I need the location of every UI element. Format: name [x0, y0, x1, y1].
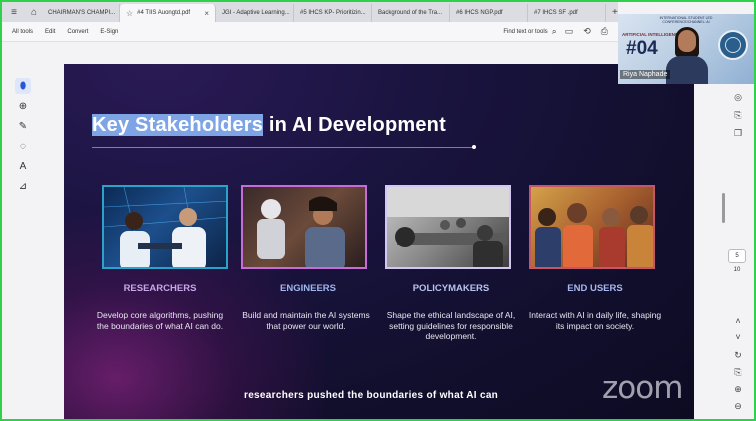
researchers-image	[102, 185, 228, 269]
tab-label: JGI - Adaptive Learning...	[222, 10, 290, 16]
save-page-icon[interactable]: ⎘	[730, 367, 746, 378]
right-toolbar: ◎ ⎘ ❐ 5 10 ˄ ˅ ↻ ⎘ ⊕ ⊖	[722, 84, 754, 419]
page-number[interactable]: 5	[728, 249, 746, 263]
copy-icon[interactable]: ❐	[730, 128, 746, 139]
seal-icon	[718, 30, 748, 60]
menu-convert[interactable]: Convert	[67, 29, 88, 35]
video-subheader: ARTIFICIAL INTELLIGENCE	[622, 32, 682, 37]
card-title-researchers: RESEARCHERS	[123, 283, 197, 294]
scrollbar[interactable]	[722, 193, 725, 223]
tab-label: #5 IHCS KP- Prioritizin...	[300, 10, 366, 16]
stamp-icon[interactable]: ⊿	[15, 178, 31, 194]
card-end-users	[529, 185, 661, 269]
end-users-scene	[535, 203, 653, 267]
title-highlight[interactable]: Key Stakeholders	[92, 114, 264, 136]
engineers-image	[241, 185, 367, 269]
policymakers-scene	[387, 187, 509, 267]
chevron-down-icon[interactable]: ˅	[730, 332, 746, 342]
tab-5[interactable]: #6 IHCS NGP.pdf	[450, 4, 528, 22]
comment-icon[interactable]: ◎	[730, 92, 746, 103]
export-icon[interactable]: ⎘	[730, 110, 746, 121]
tab-bar: ≡ ⌂ CHAIRMAN'S CHAMPI... ☆ #4 TIIS Auong…	[2, 2, 618, 22]
menu-edit[interactable]: Edit	[45, 29, 55, 35]
text-select-icon[interactable]: A	[15, 158, 31, 174]
card-engineers	[241, 185, 373, 269]
left-toolbar: ⬮ ⊕ ✎ ◌ A ⊿	[2, 42, 42, 419]
plus-icon[interactable]: +	[612, 7, 618, 18]
tab-4[interactable]: Background of the Tra...	[372, 4, 450, 22]
zoom-in-icon[interactable]: ⊕	[730, 384, 746, 395]
participant-face	[678, 30, 696, 52]
find-label: Find text or tools	[503, 28, 548, 35]
title-dot	[472, 145, 476, 149]
tab-label: CHAIRMAN'S CHAMPI...	[48, 10, 116, 16]
tab-2[interactable]: JGI - Adaptive Learning...	[216, 4, 294, 22]
tab-label: #6 IHCS NGP.pdf	[456, 10, 503, 16]
find-tools[interactable]: Find text or tools ⌕	[503, 26, 556, 37]
title-rest: in AI Development	[263, 114, 446, 136]
card-policymakers	[385, 185, 517, 269]
participant-video[interactable]: INTERNATIONAL STUDENT LED CONFERENCE/CHA…	[618, 14, 754, 84]
card-desc-researchers: Develop core algorithms, pushing the bou…	[96, 310, 224, 331]
print-icon[interactable]: ⎙	[601, 26, 608, 37]
menu-all-tools[interactable]: All tools	[12, 29, 33, 35]
zoom-watermark: zoom	[602, 370, 683, 406]
close-icon[interactable]: ×	[204, 9, 209, 18]
seal-inner	[725, 37, 741, 53]
share-icon[interactable]: ⟲	[583, 26, 591, 37]
card-title-end-users: END USERS	[567, 283, 623, 294]
menu-icon[interactable]: ≡	[6, 4, 22, 20]
pen-icon[interactable]: ✎	[15, 118, 31, 134]
title-underline	[92, 147, 475, 148]
tab-label: #4 TIIS Auongtd.pdf	[137, 10, 191, 16]
zoom-icon[interactable]: ⊕	[15, 98, 31, 114]
tab-label: Background of the Tra...	[378, 10, 443, 16]
slide-title: Key Stakeholders in AI Development	[92, 114, 446, 137]
participant-name: Riya Naphade	[620, 70, 671, 79]
live-caption: researchers pushed the boundaries of wha…	[244, 390, 499, 401]
zoom-out-icon[interactable]: ⊖	[730, 401, 746, 412]
tab-label: #7 IHCS SF .pdf	[534, 10, 578, 16]
policymakers-image	[385, 185, 511, 269]
participant-body	[666, 56, 708, 84]
researchers-scene	[104, 187, 226, 267]
page-total: 10	[733, 267, 741, 273]
slide-page: Key Stakeholders in AI Development RESEA…	[64, 64, 694, 419]
star-icon[interactable]: ☆	[126, 9, 133, 18]
card-title-policymakers: POLICYMAKERS	[412, 283, 490, 294]
chevron-up-icon[interactable]: ˄	[730, 316, 746, 326]
home-icon[interactable]: ⌂	[26, 4, 42, 20]
cursor-icon[interactable]: ⬮	[15, 78, 31, 94]
card-title-engineers: ENGINEERS	[280, 283, 336, 294]
tab-0[interactable]: CHAIRMAN'S CHAMPI...	[42, 4, 120, 22]
card-desc-engineers: Build and maintain the AI systems that p…	[242, 310, 370, 331]
search-icon[interactable]: ⌕	[552, 26, 557, 37]
card-desc-end-users: Interact with AI in daily life, shaping …	[528, 310, 662, 331]
save-icon[interactable]: ▭	[565, 26, 574, 37]
eraser-icon[interactable]: ◌	[15, 138, 31, 154]
refresh-icon[interactable]: ↻	[730, 350, 746, 361]
end-users-image	[529, 185, 655, 269]
menu-esign[interactable]: E-Sign	[100, 29, 118, 35]
engineers-scene	[257, 196, 345, 267]
video-header-text: INTERNATIONAL STUDENT LED CONFERENCE/CHA…	[659, 16, 713, 24]
video-number: #04	[626, 38, 658, 59]
card-researchers	[102, 185, 234, 269]
tab-3[interactable]: #5 IHCS KP- Prioritizin...	[294, 4, 372, 22]
card-desc-policymakers: Shape the ethical landscape of AI, setti…	[386, 310, 516, 341]
tab-6[interactable]: #7 IHCS SF .pdf	[528, 4, 606, 22]
tab-1-active[interactable]: ☆ #4 TIIS Auongtd.pdf ×	[120, 4, 216, 22]
toolbar: All tools Edit Convert E-Sign Find text …	[2, 22, 618, 42]
